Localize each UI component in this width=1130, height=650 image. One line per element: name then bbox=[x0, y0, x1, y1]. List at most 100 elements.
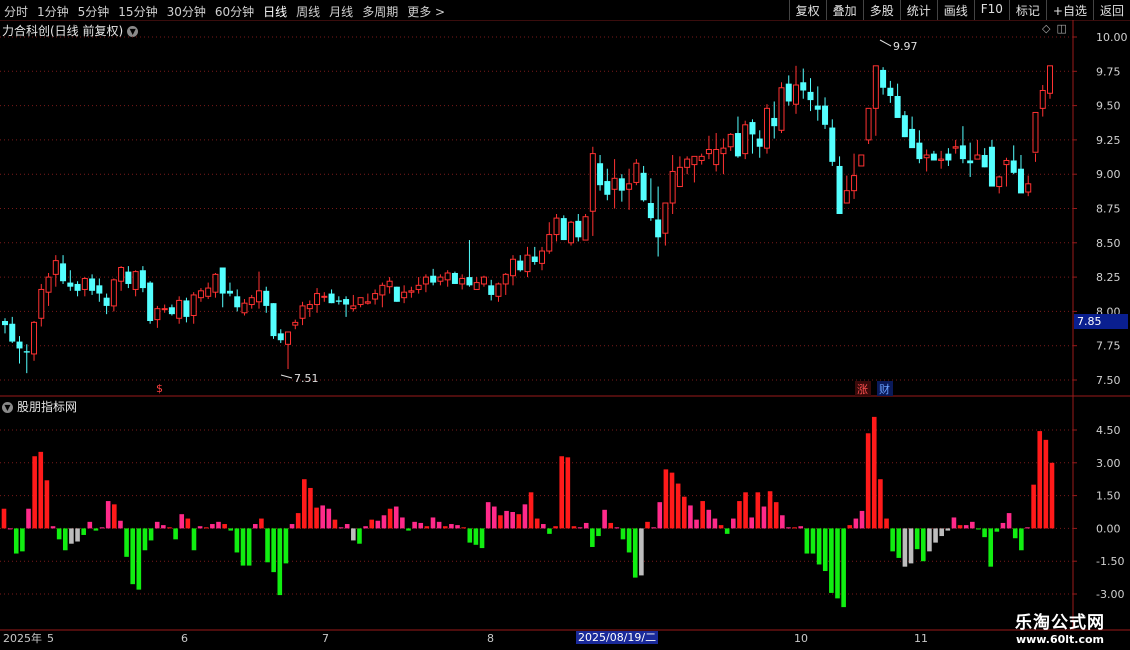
candle-down bbox=[9, 323, 16, 342]
candle-up bbox=[176, 299, 183, 319]
indicator-bar bbox=[681, 496, 687, 529]
price-tick-label: 9.50 bbox=[1096, 100, 1121, 113]
indicator-bar bbox=[283, 528, 289, 564]
date-label-year: 2025年 bbox=[3, 631, 42, 645]
indicator-bar bbox=[308, 487, 313, 529]
indicator-tick-label: -1.50 bbox=[1096, 555, 1124, 568]
indicator-bar bbox=[841, 528, 846, 608]
candle-up bbox=[720, 147, 727, 155]
candle-down bbox=[655, 219, 662, 238]
candle-down bbox=[430, 275, 437, 283]
candle-up bbox=[1003, 159, 1010, 166]
candle-down bbox=[277, 333, 284, 341]
indicator-bar bbox=[161, 525, 166, 529]
indicator-bar bbox=[234, 528, 240, 553]
indicator-bar bbox=[816, 528, 822, 565]
indicator-bar bbox=[737, 501, 742, 529]
candle-down bbox=[96, 285, 103, 294]
indicator-bar bbox=[75, 528, 80, 542]
candle-up bbox=[118, 266, 125, 282]
indicator-bar bbox=[1019, 528, 1024, 551]
grid-lines bbox=[0, 20, 1130, 631]
indicator-bar bbox=[479, 528, 485, 549]
candle-up bbox=[386, 280, 393, 288]
candle-down bbox=[1017, 168, 1024, 194]
indicator-bar bbox=[1006, 513, 1012, 529]
indicator-bar bbox=[553, 526, 558, 529]
candle-down bbox=[988, 146, 995, 187]
indicator-bar bbox=[982, 528, 987, 538]
price-tick-label: 8.50 bbox=[1096, 237, 1121, 250]
indicator-bar bbox=[271, 528, 276, 573]
indicator-bar bbox=[449, 524, 454, 529]
indicator-bar bbox=[491, 506, 497, 529]
low-annotation-pointer bbox=[280, 374, 293, 379]
indicator-bar bbox=[50, 526, 56, 529]
indicator-bar bbox=[228, 528, 234, 531]
candle-up bbox=[553, 217, 560, 236]
indicator-bar bbox=[534, 518, 540, 529]
indicator-bar bbox=[718, 525, 724, 529]
candle-down bbox=[901, 115, 908, 138]
indicator-bar bbox=[400, 517, 405, 529]
candle-down bbox=[829, 127, 836, 162]
candle-down bbox=[270, 303, 277, 337]
candle-up bbox=[582, 216, 589, 241]
indicator-bar bbox=[216, 521, 221, 529]
cai-marker[interactable]: 财 bbox=[879, 382, 890, 396]
indicator-bar bbox=[406, 528, 411, 531]
price-tick-label: 9.75 bbox=[1096, 65, 1121, 78]
dollar-marker[interactable]: $ bbox=[156, 382, 163, 395]
indicator-tick-label: 3.00 bbox=[1096, 457, 1121, 470]
low-annotation: 7.51 bbox=[294, 372, 319, 385]
price-tick-label: 10.00 bbox=[1096, 31, 1128, 44]
watermark-url: www.60lt.com bbox=[1015, 633, 1105, 646]
candle-up bbox=[669, 170, 676, 204]
indicator-bar bbox=[332, 519, 338, 529]
indicator-bar bbox=[792, 527, 797, 529]
candle-down bbox=[23, 351, 30, 353]
candle-up bbox=[299, 305, 306, 319]
indicator-bar bbox=[485, 502, 491, 529]
candle-down bbox=[814, 105, 821, 110]
indicator-bar bbox=[136, 528, 142, 590]
indicator-bar bbox=[669, 472, 675, 529]
indicator-bar bbox=[602, 509, 607, 529]
zhang-marker[interactable]: 涨 bbox=[857, 383, 868, 396]
candle-down bbox=[74, 283, 81, 291]
candle-down bbox=[531, 256, 538, 263]
high-annotation-pointer bbox=[879, 39, 892, 47]
candle-down bbox=[771, 117, 778, 127]
indicator-bar bbox=[504, 510, 509, 529]
candle-up bbox=[401, 291, 408, 299]
indicator-bar bbox=[1, 508, 7, 529]
indicator-bar bbox=[528, 492, 534, 529]
indicator-bar bbox=[1043, 439, 1049, 529]
indicator-bar bbox=[755, 492, 761, 529]
indicator-bar bbox=[724, 528, 730, 534]
candle-down bbox=[909, 128, 916, 149]
indicator-bar bbox=[87, 521, 93, 529]
date-label-jun: 6 bbox=[181, 632, 188, 645]
candle-up bbox=[1039, 90, 1046, 109]
price-tick-label: 7.75 bbox=[1096, 340, 1121, 353]
price-tick-label: 8.75 bbox=[1096, 203, 1121, 216]
indicator-bar bbox=[240, 528, 246, 566]
candle-up bbox=[539, 250, 546, 264]
indicator-bar bbox=[363, 526, 368, 529]
indicator-bar bbox=[1049, 462, 1055, 529]
candle-up bbox=[45, 276, 52, 293]
indicator-bar bbox=[773, 502, 779, 529]
candle-up bbox=[81, 277, 88, 290]
candle-up bbox=[314, 293, 321, 306]
chart-canvas[interactable]: 10.009.759.509.259.008.758.508.258.007.7… bbox=[0, 0, 1130, 650]
candle-down bbox=[959, 145, 966, 160]
indicator-bar bbox=[105, 501, 111, 529]
candle-up bbox=[742, 124, 749, 155]
candle-up bbox=[698, 155, 705, 161]
candle-down bbox=[147, 282, 154, 322]
indicator-bar bbox=[963, 525, 969, 529]
indicator-bar bbox=[418, 522, 424, 529]
candle-down bbox=[894, 95, 901, 118]
candle-down bbox=[756, 138, 763, 147]
